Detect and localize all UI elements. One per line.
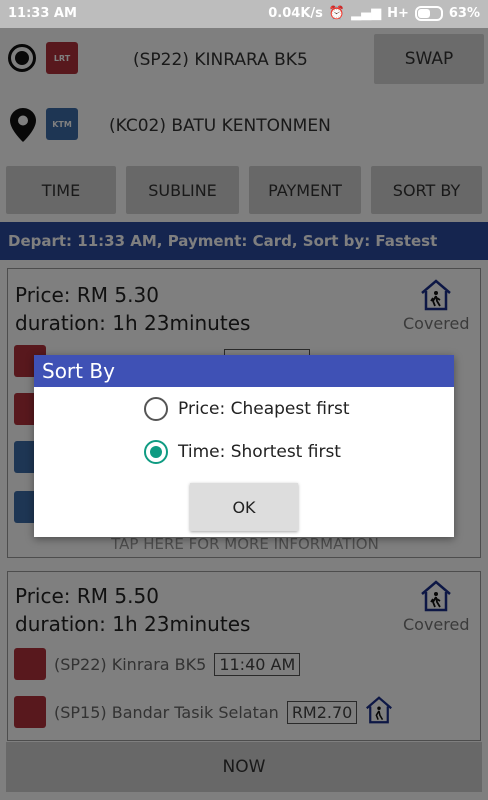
battery-percent: 63% [448, 6, 480, 21]
radio-checked-icon[interactable] [144, 440, 168, 464]
status-bar: 11:33 AM 0.04K/s ⏰ ▂▄▆ H+ 63% [0, 0, 488, 28]
status-time: 11:33 AM [8, 6, 77, 21]
alarm-icon: ⏰ [328, 6, 346, 21]
battery-icon [414, 6, 443, 21]
network-speed: 0.04K/s [268, 6, 323, 21]
dialog-title: Sort By [34, 355, 454, 387]
status-icons: 0.04K/s ⏰ ▂▄▆ H+ 63% [268, 6, 480, 21]
sort-option-label: Price: Cheapest first [178, 399, 350, 419]
signal-icon: ▂▄▆ [351, 6, 382, 21]
sort-option-time[interactable]: Time: Shortest first [144, 440, 341, 464]
radio-unchecked-icon[interactable] [144, 397, 168, 421]
sort-by-dialog: Sort By Price: Cheapest first Time: Shor… [34, 355, 454, 537]
network-type: H+ [387, 6, 409, 21]
sort-option-label: Time: Shortest first [178, 442, 341, 462]
sort-option-price[interactable]: Price: Cheapest first [144, 397, 350, 421]
ok-button[interactable]: OK [190, 483, 298, 531]
